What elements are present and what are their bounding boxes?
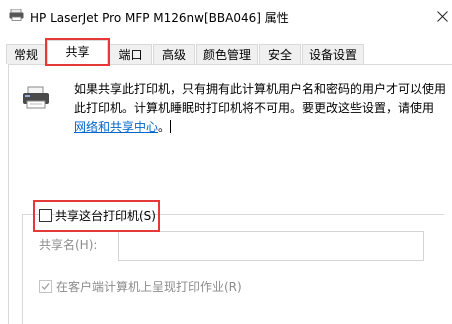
share-name-input[interactable] — [118, 231, 424, 261]
share-checkbox-highlight-box — [33, 200, 160, 232]
printer-app-icon — [9, 9, 24, 21]
window-title: HP LaserJet Pro MFP M126nw[BBA046] 属性 — [30, 11, 289, 25]
close-icon — [437, 11, 448, 22]
description-text: 如果共享此打印机，只有拥有此计算机用户名和密码的用户才可以使用此打印机。计算机睡… — [74, 82, 447, 115]
render-jobs-label[interactable]: 在客户端计算机上呈现打印作业(R) — [56, 278, 242, 295]
network-sharing-center-link[interactable]: 网络和共享中心 — [74, 120, 158, 134]
tab-security[interactable]: 安全 — [259, 44, 301, 64]
share-name-label: 共享名(H): — [39, 238, 98, 252]
checkmark-icon — [41, 283, 50, 291]
render-jobs-checkbox[interactable] — [39, 280, 52, 293]
text-cursor — [170, 120, 172, 133]
tab-highlight-box — [45, 38, 110, 66]
close-button[interactable] — [432, 6, 452, 28]
tab-general[interactable]: 常规 — [6, 44, 46, 64]
tab-advanced[interactable]: 高级 — [153, 44, 195, 64]
tab-device-settings[interactable]: 设备设置 — [302, 44, 364, 64]
title-bar: HP LaserJet Pro MFP M126nw[BBA046] 属性 — [0, 0, 452, 34]
tab-ports[interactable]: 端口 — [109, 44, 152, 64]
description-suffix: 。 — [158, 120, 171, 134]
printer-icon — [23, 86, 49, 109]
tab-color-management[interactable]: 颜色管理 — [196, 44, 258, 64]
sharing-description: 如果共享此打印机，只有拥有此计算机用户名和密码的用户才可以使用此打印机。计算机睡… — [74, 80, 446, 137]
